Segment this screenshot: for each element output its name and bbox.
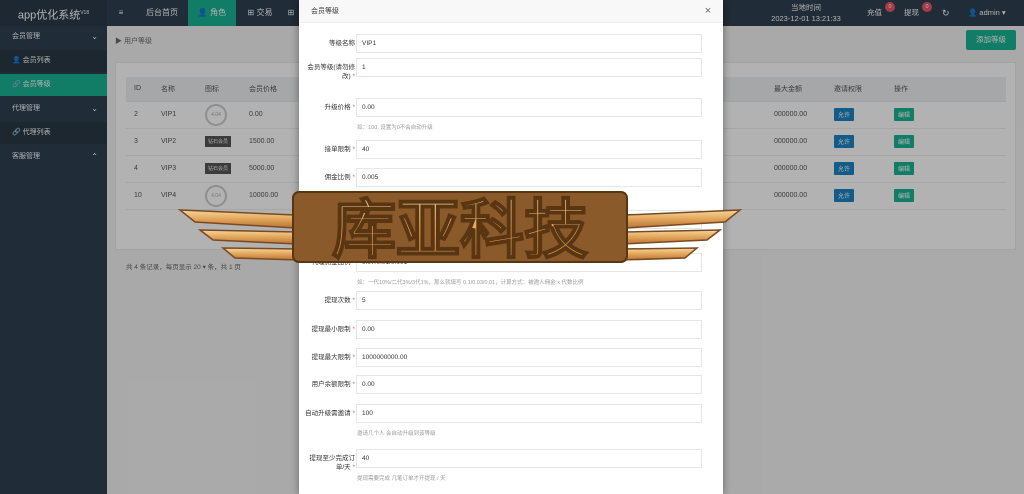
modal-header: 会员等级 [299, 0, 723, 23]
form-help: 邀请几个人 会自动升级到该等级 [357, 431, 436, 437]
required-mark: * [350, 73, 355, 80]
form-label: 接单限制 * [303, 145, 355, 154]
close-icon[interactable]: × [701, 0, 715, 23]
form-help: 如：一代10%/二代3%/3代1%，那么就填写 0.1/0.03/0.01，计算… [357, 280, 584, 286]
form-input[interactable]: 1000000000.00 [356, 348, 702, 367]
form-input[interactable]: 0.07/0.01/0.001 [356, 253, 702, 272]
form-label-text: 等级名称 [329, 40, 355, 47]
form-label: 佣金比例 * [303, 173, 355, 182]
required-mark: * [350, 410, 355, 417]
form-label: 提现手续费 * [303, 215, 355, 224]
form-input[interactable]: 1 [356, 58, 702, 77]
form-input[interactable]: 0.00 [356, 375, 702, 394]
form-label-text: 用户余额限制 [311, 381, 351, 388]
form-input[interactable]: 0.00/0.00 [356, 210, 702, 229]
form-input[interactable]: 100 [356, 404, 702, 423]
required-mark: * [350, 354, 355, 361]
required-mark: * [350, 297, 355, 304]
form-label: 提现次数 * [303, 296, 355, 305]
form-label: 代理佣金比例 * [303, 258, 355, 267]
form-label: 会员等级(请勿修改) * [303, 63, 355, 81]
form-label-text: 提现最大限制 [311, 354, 351, 361]
form-label-text: 提现至少完成订单/天 [309, 455, 356, 471]
required-mark: * [350, 326, 355, 333]
form-label-text: 接单限制 [324, 146, 351, 153]
required-mark: * [350, 104, 355, 111]
form-label: 等级名称 [303, 39, 355, 48]
form-label-text: 提现手续费 [318, 216, 351, 223]
form-help: 如：100, 设置为0不会自动升级 [357, 125, 433, 131]
form-label-text: 佣金比例 [324, 174, 351, 181]
required-mark: * [350, 464, 355, 471]
form-help: 提现需要完成 几笔订单才开提现 / 天 [357, 476, 446, 482]
form-label: 提现最小限制 * [303, 325, 355, 334]
form-label-text: 自动升级需邀请 [305, 410, 351, 417]
form-label-text: 代理佣金比例 [311, 259, 351, 266]
form-input[interactable]: 40 [356, 140, 702, 159]
form-label-text: 提现次数 [324, 297, 351, 304]
form-input[interactable]: VIP1 [356, 34, 702, 53]
required-mark: * [350, 216, 355, 223]
form-label: 升级价格 * [303, 103, 355, 112]
form-input[interactable]: 0.00 [356, 320, 702, 339]
form-label-text: 提现最小限制 [311, 326, 351, 333]
form-help: 如：0.005%代表佣金 0.005元，订单金额 × 佣金比例 [357, 195, 486, 201]
form-input[interactable]: 5 [356, 291, 702, 310]
form-label-text: 升级价格 [324, 104, 351, 111]
required-mark: * [350, 146, 355, 153]
form-help: 如：0.005%，手续费 0.005元，订单金额 × 手续费比例 [357, 237, 491, 243]
form-label: 提现最大限制 * [303, 353, 355, 362]
form-input[interactable]: 40 [356, 449, 702, 468]
level-edit-modal: 会员等级 × 等级名称 VIP1 会员等级(请勿修改) * 1 升级价格 * 0.00 如：… [299, 0, 723, 494]
form-label: 提现至少完成订单/天 * [303, 454, 356, 472]
required-mark: * [350, 174, 355, 181]
required-mark: * [350, 381, 355, 388]
form-input[interactable]: 0.005 [356, 168, 702, 187]
form-label: 自动升级需邀请 * [303, 409, 355, 418]
required-mark: * [350, 259, 355, 266]
form-label: 用户余额限制 * [303, 380, 355, 389]
form-input[interactable]: 0.00 [356, 98, 702, 117]
modal-title: 会员等级 [311, 8, 339, 15]
form-label-text: 会员等级(请勿修改) [307, 64, 355, 80]
